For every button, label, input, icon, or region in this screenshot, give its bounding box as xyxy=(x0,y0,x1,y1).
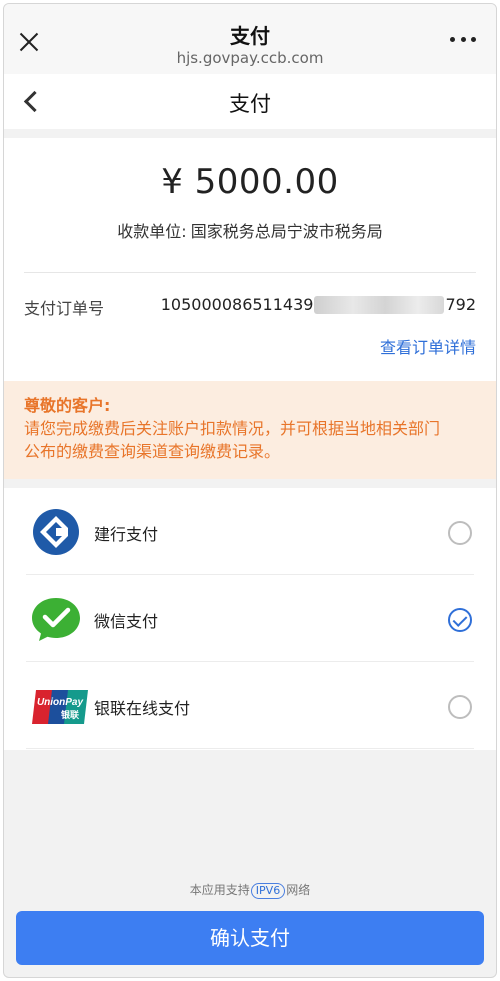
radio-button[interactable] xyxy=(448,521,472,545)
order-number-suffix: 792 xyxy=(445,295,476,314)
browser-top-bar: 支付 hjs.govpay.ccb.com xyxy=(4,4,496,74)
ipv6-prefix: 本应用支持 xyxy=(189,883,250,897)
more-menu-icon[interactable] xyxy=(450,34,476,44)
payment-method-list: 建行支付 微信支付 UnionPay 银联 银联在线支付 xyxy=(4,488,496,750)
ccb-icon xyxy=(30,508,82,556)
payment-method-label: 微信支付 xyxy=(94,612,159,631)
unionpay-logo-cn: 银联 xyxy=(61,709,80,721)
browser-url: hjs.govpay.ccb.com xyxy=(176,49,324,67)
notice-title: 尊敬的客户: xyxy=(24,396,111,415)
order-number-prefix: 105000086511439 xyxy=(160,295,314,314)
order-number-label: 支付订单号 xyxy=(24,299,105,318)
radio-button-checked[interactable] xyxy=(448,608,472,632)
divider xyxy=(24,272,476,273)
unionpay-icon: UnionPay 银联 xyxy=(32,690,88,724)
payment-method-ccb[interactable]: 建行支付 xyxy=(4,488,496,575)
redacted-blur xyxy=(314,295,445,314)
order-number-value: 105000086511439 792 xyxy=(161,295,476,314)
browser-title: 支付 xyxy=(230,24,270,48)
unionpay-logo-text: UnionPay xyxy=(37,697,84,708)
payment-method-unionpay[interactable]: UnionPay 银联 银联在线支付 xyxy=(4,662,496,749)
payment-summary-card: ¥ 5000.00 收款单位: 国家税务总局宁波市税务局 支付订单号 105000… xyxy=(4,138,496,381)
payment-method-wechat[interactable]: 微信支付 xyxy=(4,575,496,662)
notice-line: 请您完成缴费后关注账户扣款情况，并可根据当地相关部门 xyxy=(24,419,441,438)
view-order-details-link[interactable]: 查看订单详情 xyxy=(380,334,476,358)
payee-value: 国家税务总局宁波市税务局 xyxy=(190,222,383,241)
payee-row: 收款单位: 国家税务总局宁波市税务局 xyxy=(4,218,496,242)
page-title: 支付 xyxy=(229,92,271,116)
payee-label: 收款单位: xyxy=(117,222,187,241)
notice-line: 公布的缴费查询渠道查询缴费记录。 xyxy=(24,442,281,461)
customer-notice: 尊敬的客户: 请您完成缴费后关注账户扣款情况，并可根据当地相关部门 公布的缴费查… xyxy=(4,381,496,479)
wechat-icon xyxy=(30,595,82,643)
ipv6-support-note: 本应用支持 IPV6 网络 xyxy=(4,881,496,899)
ipv6-suffix: 网络 xyxy=(286,883,311,897)
page-header: 支付 xyxy=(4,74,496,129)
radio-button[interactable] xyxy=(448,695,472,719)
payment-method-label: 建行支付 xyxy=(94,525,159,544)
payment-method-label: 银联在线支付 xyxy=(94,699,191,718)
ipv6-badge: IPV6 xyxy=(250,883,286,899)
phone-frame: 支付 hjs.govpay.ccb.com 支付 ¥ 5000.00 收款单位:… xyxy=(3,3,497,978)
payment-amount: ¥ 5000.00 xyxy=(161,162,339,202)
confirm-payment-button[interactable]: 确认支付 xyxy=(16,911,484,965)
